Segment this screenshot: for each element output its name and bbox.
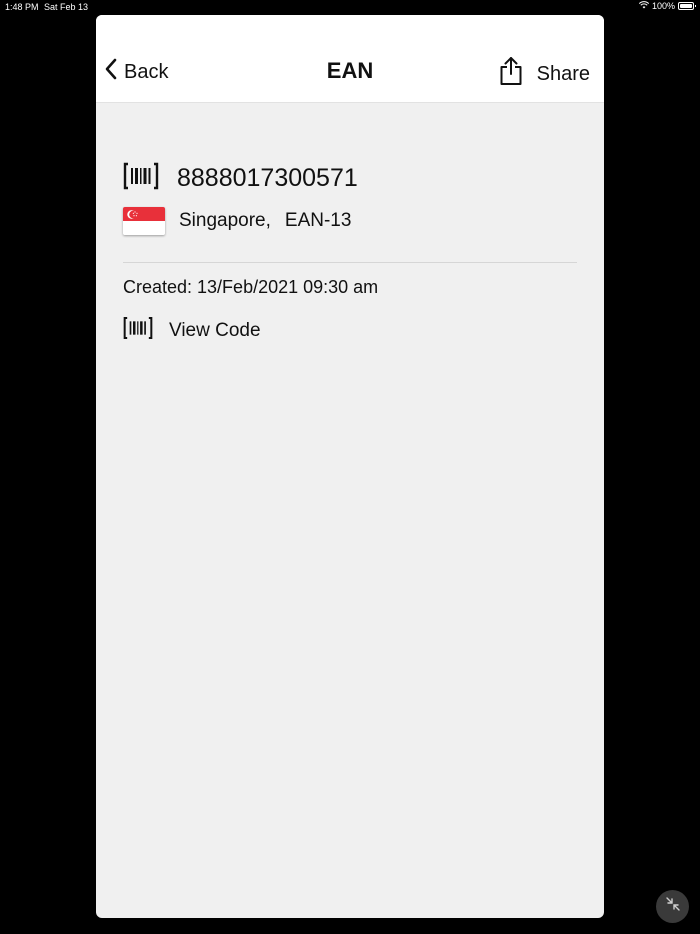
minimize-button[interactable] [656,890,689,923]
singapore-flag-icon [123,207,165,235]
barcode-icon [123,316,153,345]
battery-icon [678,2,696,10]
barcode-details: 8888017300571 Singapore, EAN-13 Created:… [123,160,577,345]
barcode-value: 8888017300571 [177,163,358,192]
detail-sheet: Back EAN Share 8888017300571 Singapore, … [96,15,604,918]
navigation-bar: Back EAN Share [96,15,604,103]
status-time: 1:48 PM [5,2,39,12]
code-type-label: EAN-13 [284,210,352,231]
status-bar: 1:48 PM Sat Feb 13 100% [0,0,700,14]
barcode-icon [123,162,159,195]
share-label: Share [536,62,590,85]
country-row: Singapore, EAN-13 [123,206,577,236]
created-timestamp: Created: 13/Feb/2021 09:30 am [123,277,379,297]
status-date: Sat Feb 13 [44,2,89,12]
status-indicators: 100% [638,1,696,11]
divider [123,262,577,263]
share-button[interactable]: Share [499,56,590,92]
view-code-button[interactable]: View Code [123,316,577,345]
minimize-icon [665,896,681,917]
view-code-label: View Code [169,319,261,341]
share-icon [499,56,523,92]
country-label: Singapore, [179,210,271,231]
battery-percent: 100% [651,1,675,11]
code-row: 8888017300571 [123,160,577,196]
wifi-icon [638,1,650,11]
